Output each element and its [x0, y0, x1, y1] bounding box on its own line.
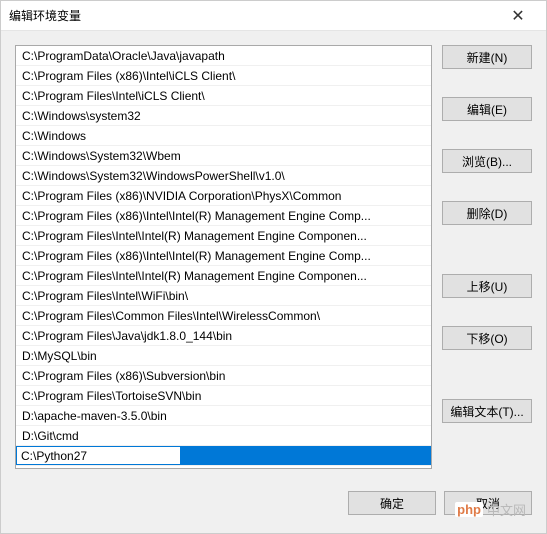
browse-button[interactable]: 浏览(B)... [442, 149, 532, 173]
footer: 确定 取消 php 中文网 [1, 483, 546, 533]
cancel-button[interactable]: 取消 [444, 491, 532, 515]
list-item[interactable]: C:\Program Files\Intel\iCLS Client\ [16, 86, 431, 106]
content-area: C:\ProgramData\Oracle\Java\javapathC:\Pr… [1, 31, 546, 483]
list-item[interactable]: C:\Program Files\Common Files\Intel\Wire… [16, 306, 431, 326]
list-item[interactable]: C:\Program Files\TortoiseSVN\bin [16, 386, 431, 406]
move-up-button[interactable]: 上移(U) [442, 274, 532, 298]
dialog-window: 编辑环境变量 ✕ C:\ProgramData\Oracle\Java\java… [0, 0, 547, 534]
list-item[interactable]: C:\Program Files\Intel\Intel(R) Manageme… [16, 266, 431, 286]
list-item[interactable]: C:\Windows\system32 [16, 106, 431, 126]
delete-button[interactable]: 删除(D) [442, 201, 532, 225]
list-item[interactable]: C:\Program Files (x86)\Intel\iCLS Client… [16, 66, 431, 86]
list-item[interactable]: D:\Git\cmd [16, 426, 431, 446]
path-listbox[interactable]: C:\ProgramData\Oracle\Java\javapathC:\Pr… [15, 45, 432, 469]
list-item[interactable]: C:\ProgramData\Oracle\Java\javapath [16, 46, 431, 66]
list-item[interactable]: C:\Program Files (x86)\Intel\Intel(R) Ma… [16, 246, 431, 266]
list-item[interactable]: D:\apache-maven-3.5.0\bin [16, 406, 431, 426]
list-panel: C:\ProgramData\Oracle\Java\javapathC:\Pr… [15, 45, 432, 469]
ok-button[interactable]: 确定 [348, 491, 436, 515]
list-item[interactable]: C:\Windows [16, 126, 431, 146]
close-icon: ✕ [511, 6, 524, 26]
new-button[interactable]: 新建(N) [442, 45, 532, 69]
list-item[interactable]: C:\Program Files\Intel\WiFi\bin\ [16, 286, 431, 306]
list-item[interactable]: C:\Windows\System32\WindowsPowerShell\v1… [16, 166, 431, 186]
list-item[interactable]: C:\Program Files\Intel\Intel(R) Manageme… [16, 226, 431, 246]
list-item[interactable]: D:\MySQL\bin [16, 346, 431, 366]
edit-button[interactable]: 编辑(E) [442, 97, 532, 121]
button-sidebar: 新建(N) 编辑(E) 浏览(B)... 删除(D) 上移(U) 下移(O) 编… [442, 45, 532, 469]
list-item[interactable]: C:\Program Files (x86)\Subversion\bin [16, 366, 431, 386]
list-item[interactable]: C:\Program Files (x86)\NVIDIA Corporatio… [16, 186, 431, 206]
move-down-button[interactable]: 下移(O) [442, 326, 532, 350]
path-edit-input[interactable] [16, 446, 181, 465]
list-item[interactable]: C:\Program Files\Java\jdk1.8.0_144\bin [16, 326, 431, 346]
list-item-editing[interactable] [16, 446, 431, 466]
list-item[interactable]: C:\Windows\System32\Wbem [16, 146, 431, 166]
list-item[interactable]: C:\Program Files (x86)\Intel\Intel(R) Ma… [16, 206, 431, 226]
close-button[interactable]: ✕ [498, 2, 538, 30]
titlebar: 编辑环境变量 ✕ [1, 1, 546, 31]
selection-highlight [181, 446, 431, 465]
window-title: 编辑环境变量 [9, 7, 81, 24]
edit-text-button[interactable]: 编辑文本(T)... [442, 399, 532, 423]
